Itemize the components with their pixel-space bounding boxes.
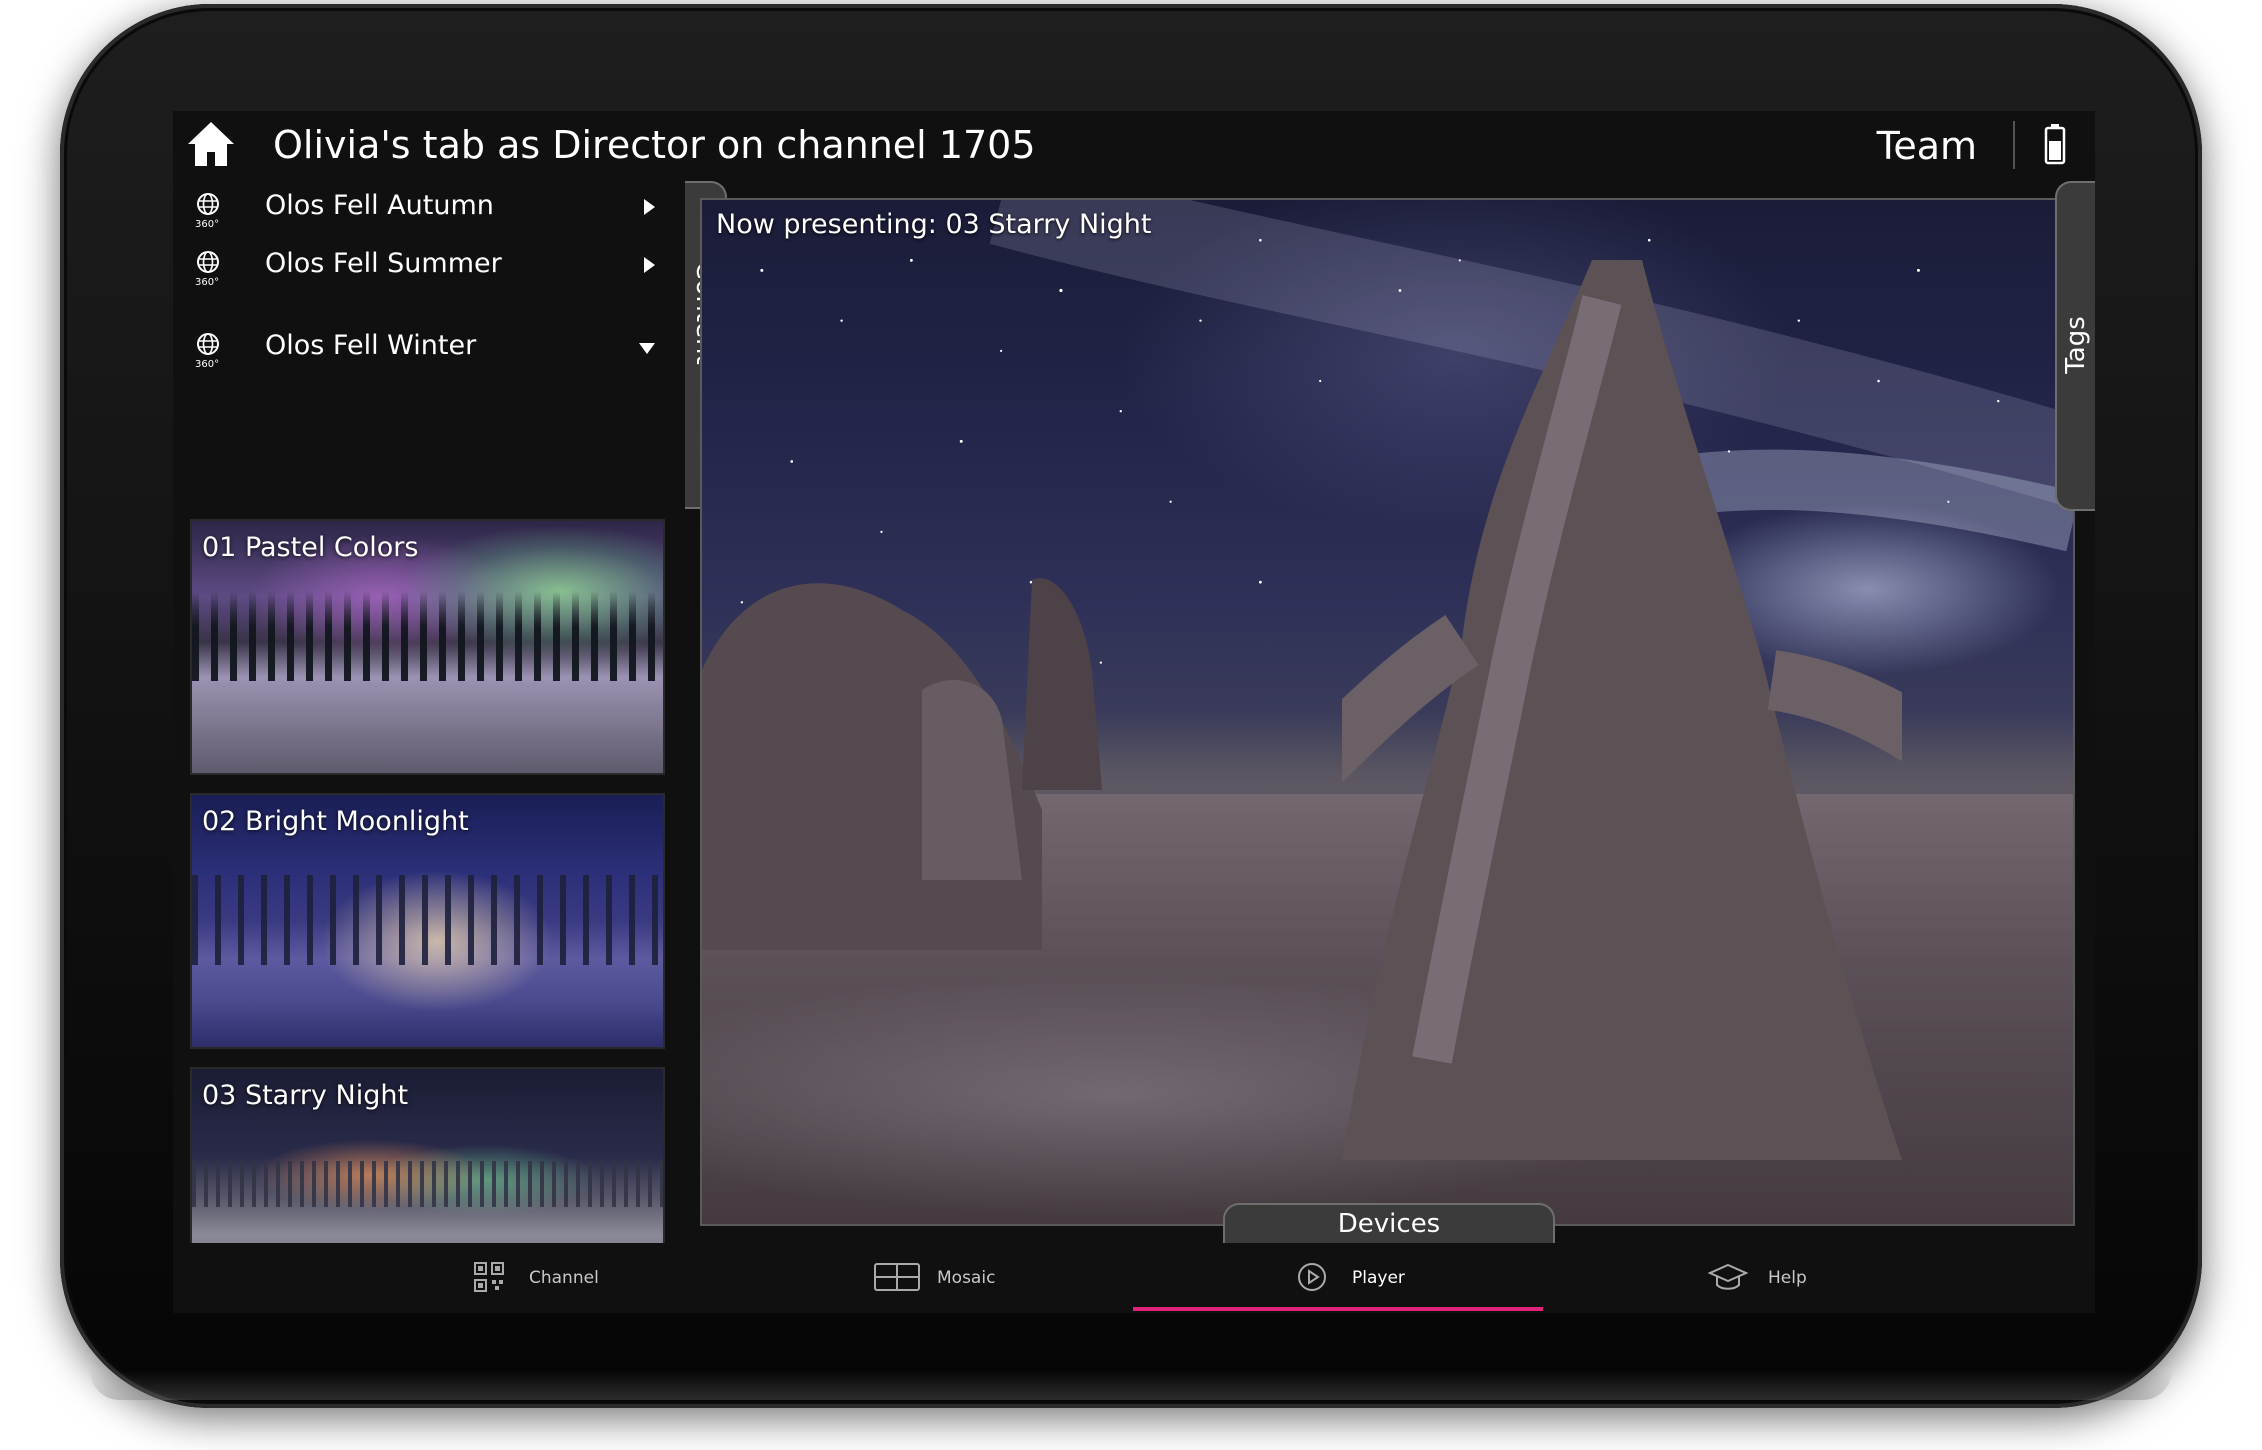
nav-tab-mosaic[interactable]: Mosaic <box>873 1243 1093 1313</box>
category-label: Olos Fell Winter <box>265 330 477 361</box>
header-divider <box>2013 121 2015 169</box>
battery-icon <box>2044 124 2066 165</box>
nav-label: Channel <box>529 1268 599 1288</box>
360-globe-icon: 360° <box>195 251 219 288</box>
app-screen: Olivia's tab as Director on channel 1705… <box>173 111 2095 1313</box>
media-thumbnail-starry-night[interactable]: 03 Starry Night <box>190 1067 665 1243</box>
nav-tab-channel[interactable]: Channel <box>473 1243 693 1313</box>
360-globe-icon: 360° <box>195 193 219 230</box>
home-icon <box>188 122 234 166</box>
category-row-summer[interactable]: 360° Olos Fell Summer <box>173 231 685 313</box>
media-thumbnail-pastel-colors[interactable]: 01 Pastel Colors <box>190 519 665 775</box>
chevron-right-icon <box>644 199 655 215</box>
nav-label: Mosaic <box>937 1268 996 1288</box>
thumbnail-image <box>192 591 663 681</box>
mosaic-grid-icon <box>874 1263 920 1291</box>
category-row-winter[interactable]: 360° Olos Fell Winter <box>173 313 685 395</box>
team-button[interactable]: Team <box>1877 123 1977 169</box>
nav-tab-player[interactable]: Player <box>1296 1243 1516 1313</box>
content-list: 360° Olos Fell Autumn 360° Olos Fell Sum… <box>173 179 685 1243</box>
home-button[interactable] <box>185 119 237 169</box>
snow-trees-left-image <box>702 578 1102 950</box>
bottom-navigation: Channel Mosaic Player Help <box>173 1243 2095 1313</box>
category-label: Olos Fell Autumn <box>265 190 494 221</box>
thumbnail-image <box>192 875 663 965</box>
active-tab-indicator <box>1133 1307 1543 1311</box>
play-circle-icon <box>1298 1263 1326 1291</box>
header-bar: Olivia's tab as Director on channel 1705… <box>173 111 2095 179</box>
qr-code-icon <box>474 1262 504 1292</box>
category-label: Olos Fell Summer <box>265 248 502 279</box>
svg-text:360°: 360° <box>195 219 219 230</box>
snow-tree-image <box>1342 260 1902 1160</box>
thumbnail-label: 02 Bright Moonlight <box>202 806 469 837</box>
nav-label: Help <box>1768 1268 1807 1288</box>
devices-drawer-tab[interactable]: Devices <box>1223 1203 1555 1245</box>
page-title: Olivia's tab as Director on channel 1705 <box>273 123 1036 167</box>
chevron-down-icon <box>639 343 655 354</box>
now-presenting-label: Now presenting: 03 Starry Night <box>716 209 1152 240</box>
nav-label: Player <box>1352 1268 1405 1288</box>
graduation-cap-icon <box>1708 1263 1748 1290</box>
media-thumbnail-bright-moonlight[interactable]: 02 Bright Moonlight <box>190 793 665 1049</box>
nav-tab-help[interactable]: Help <box>1708 1243 1928 1313</box>
tags-drawer-tab[interactable]: Tags <box>2055 181 2095 511</box>
thumbnail-label: 03 Starry Night <box>202 1080 409 1111</box>
chevron-right-icon <box>644 257 655 273</box>
tags-tab-label: Tags <box>2061 316 2091 374</box>
360-globe-icon: 360° <box>195 333 219 370</box>
player-viewport[interactable]: Now presenting: 03 Starry Night <box>700 198 2075 1226</box>
thumbnail-image <box>192 1161 663 1207</box>
svg-text:360°: 360° <box>195 277 219 288</box>
thumbnail-label: 01 Pastel Colors <box>202 532 419 563</box>
svg-text:360°: 360° <box>195 359 219 370</box>
